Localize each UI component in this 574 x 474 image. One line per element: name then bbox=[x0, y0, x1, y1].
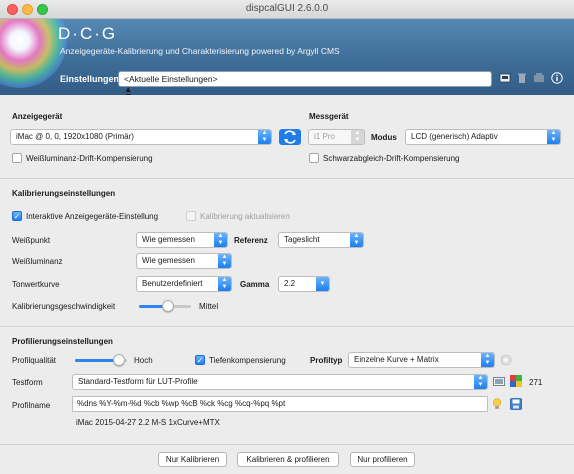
chevron-updown-icon: ▲▼ bbox=[214, 233, 227, 247]
quality-value: Hoch bbox=[134, 356, 153, 365]
whitepoint-value: Wie gemessen bbox=[142, 235, 195, 244]
white-drift-checkbox[interactable] bbox=[12, 153, 22, 163]
black-drift-checkbox[interactable] bbox=[309, 153, 319, 163]
calibration-heading: Kalibrierungseinstellungen bbox=[12, 189, 116, 198]
quality-slider-knob[interactable] bbox=[113, 354, 126, 366]
chevron-down-icon: ▼ bbox=[316, 277, 329, 291]
chevron-updown-icon: ▲▼ bbox=[218, 277, 231, 291]
quality-slider[interactable] bbox=[75, 354, 127, 366]
reference-value: Tageslicht bbox=[284, 235, 320, 244]
interactive-adjust-label: Interaktive Anzeigegeräte-Einstellung bbox=[26, 212, 159, 221]
black-drift-label: Schwarzabgleich-Drift-Kompensierung bbox=[323, 154, 460, 163]
open-testchart-icon[interactable] bbox=[493, 375, 505, 387]
speed-slider[interactable] bbox=[139, 300, 191, 312]
chevron-updown-icon: ▲▼ bbox=[481, 353, 494, 367]
white-drift-label: Weißluminanz-Drift-Kompensierung bbox=[26, 154, 153, 163]
gamma-select[interactable]: 2.2 ▼ bbox=[278, 276, 330, 292]
delete-settings-icon[interactable] bbox=[516, 72, 528, 84]
luminance-label: Weißluminanz bbox=[12, 257, 63, 266]
profile-type-value: Einzelne Kurve + Matrix bbox=[354, 355, 439, 364]
testchart-patch-count: 271 bbox=[529, 378, 543, 387]
whitepoint-label: Weißpunkt bbox=[12, 236, 51, 245]
install-profile-icon[interactable] bbox=[533, 72, 545, 84]
tonecurve-label: Tonwertkurve bbox=[12, 280, 60, 289]
update-calibration-label: Kalibrierung aktualisieren bbox=[200, 212, 290, 221]
depth-comp-label: Tiefenkompensierung bbox=[209, 356, 286, 365]
profile-options-icon[interactable] bbox=[500, 354, 512, 366]
testchart-value: Standard-Testform für LUT-Profile bbox=[78, 377, 198, 386]
header-banner: D·C·G Anzeigegeräte-Kalibrierung und Cha… bbox=[0, 19, 574, 95]
chevron-updown-icon: ▲▼ bbox=[124, 84, 133, 95]
display-device-select[interactable]: iMac @ 0, 0, 1920x1080 (Primär) ▲ ▼ bbox=[10, 129, 272, 145]
update-calibration-checkbox[interactable] bbox=[186, 211, 196, 221]
chevron-updown-icon: ▲▼ bbox=[474, 375, 487, 389]
calibration-divider bbox=[0, 178, 574, 179]
tonecurve-value: Benutzerdefiniert bbox=[142, 279, 203, 288]
gamma-label: Gamma bbox=[240, 280, 270, 289]
testchart-editor-icon[interactable] bbox=[510, 375, 522, 387]
instrument-heading: Messgerät bbox=[309, 112, 349, 121]
profile-type-select[interactable]: Einzelne Kurve + Matrix ▲ ▼ bbox=[348, 352, 495, 368]
profile-name-preview: iMac 2015-04-27 2.2 M-S 1xCurve+MTX bbox=[76, 418, 220, 427]
load-settings-icon[interactable] bbox=[499, 72, 511, 84]
save-icon[interactable] bbox=[510, 398, 522, 410]
app-logo-title: D·C·G bbox=[58, 24, 118, 43]
whitepoint-select[interactable]: Wie gemessen ▲ ▼ bbox=[136, 232, 228, 248]
testchart-select[interactable]: Standard-Testform für LUT-Profile ▲ ▼ bbox=[72, 374, 488, 390]
quality-label: Profilqualität bbox=[12, 356, 57, 365]
calibrate-profile-button[interactable]: Kalibrieren & profilieren bbox=[237, 452, 339, 467]
testchart-label: Testform bbox=[12, 378, 43, 387]
mode-select[interactable]: LCD (generisch) Adaptiv ▲ ▼ bbox=[405, 129, 561, 145]
settings-label: Einstellungen bbox=[60, 74, 120, 84]
luminance-value: Wie gemessen bbox=[142, 256, 195, 265]
reference-select[interactable]: Tageslicht ▲ ▼ bbox=[278, 232, 364, 248]
profile-name-value: %dns %Y-%m-%d %cb %wp %cB %ck %cg %cq-%p… bbox=[77, 399, 286, 408]
chevron-updown-icon: ▲▼ bbox=[218, 254, 231, 268]
profile-name-input[interactable]: %dns %Y-%m-%d %cb %wp %cB %ck %cg %cq-%p… bbox=[72, 396, 488, 412]
gamma-value: 2.2 bbox=[284, 279, 296, 288]
display-device-value: iMac @ 0, 0, 1920x1080 (Primär) bbox=[16, 132, 134, 141]
chevron-updown-icon: ▲▼ bbox=[351, 130, 364, 144]
app-subtitle: Anzeigegeräte-Kalibrierung und Charakter… bbox=[60, 46, 340, 56]
refresh-devices-icon[interactable] bbox=[279, 129, 301, 145]
display-heading: Anzeigegerät bbox=[12, 112, 63, 121]
profiling-divider bbox=[0, 326, 574, 327]
profiling-heading: Profilierungseinstellungen bbox=[12, 337, 113, 346]
instrument-select[interactable]: i1 Pro ▲ ▼ bbox=[308, 129, 365, 145]
speed-label: Kalibrierungsgeschwindigkeit bbox=[12, 302, 116, 311]
settings-select-value: <Aktuelle Einstellungen> bbox=[124, 74, 218, 84]
window-title: dispcalGUI 2.6.0.0 bbox=[245, 3, 329, 14]
reference-label: Referenz bbox=[234, 236, 268, 245]
chevron-updown-icon: ▲▼ bbox=[350, 233, 363, 247]
settings-select[interactable]: <Aktuelle Einstellungen> ▲▼ bbox=[118, 71, 492, 95]
interactive-adjust-checkbox[interactable]: ✓ bbox=[12, 211, 22, 221]
title-bar: dispcalGUI 2.6.0.0 bbox=[0, 0, 574, 19]
depth-comp-checkbox[interactable]: ✓ bbox=[195, 355, 205, 365]
dcg-logo-glow-icon bbox=[0, 19, 67, 88]
chevron-updown-icon: ▲▼ bbox=[258, 130, 271, 144]
chevron-updown-icon: ▲▼ bbox=[547, 130, 560, 144]
mode-label: Modus bbox=[371, 133, 397, 142]
luminance-select[interactable]: Wie gemessen ▲ ▼ bbox=[136, 253, 232, 269]
speed-slider-knob[interactable] bbox=[161, 300, 174, 312]
profile-type-label: Profiltyp bbox=[310, 356, 343, 365]
profile-name-label: Profilname bbox=[12, 401, 51, 410]
tonecurve-select[interactable]: Benutzerdefiniert ▲ ▼ bbox=[136, 276, 232, 292]
profile-only-button[interactable]: Nur profilieren bbox=[350, 452, 415, 467]
instrument-value: i1 Pro bbox=[314, 132, 335, 141]
calibrate-only-button[interactable]: Nur Kalibrieren bbox=[158, 452, 227, 467]
mode-value: LCD (generisch) Adaptiv bbox=[411, 132, 498, 141]
speed-value: Mittel bbox=[199, 302, 219, 311]
lightbulb-icon[interactable] bbox=[492, 398, 502, 410]
info-icon[interactable] bbox=[551, 72, 563, 84]
